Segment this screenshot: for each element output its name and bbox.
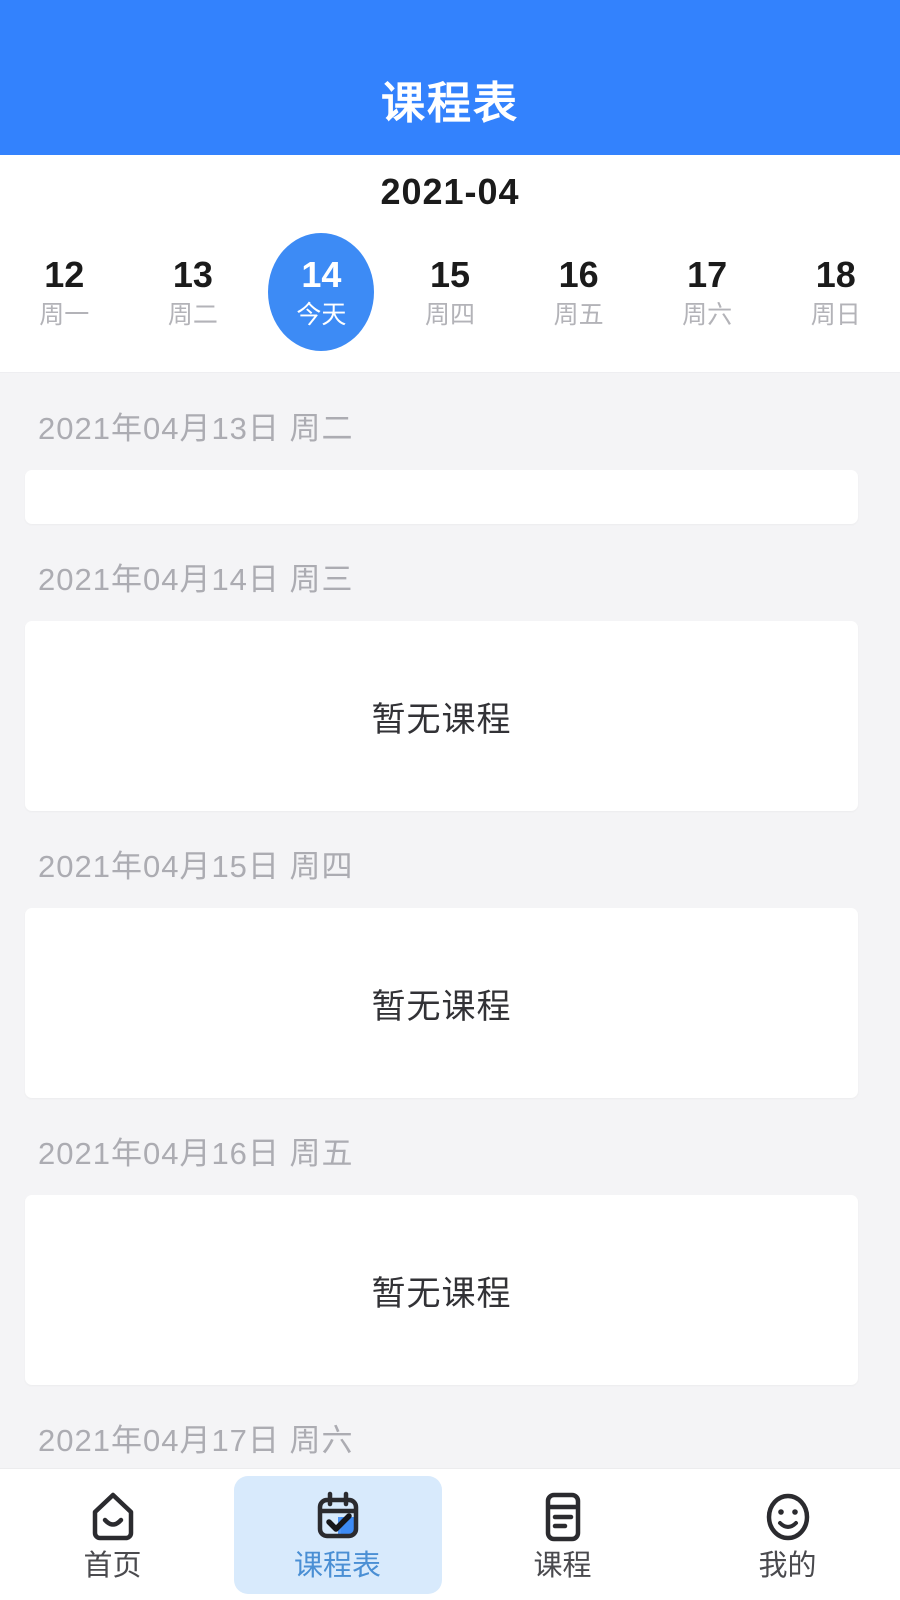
day-cell-14-selected[interactable]: 14 今天 xyxy=(257,227,386,361)
date-strip: 2021-04 12 周一 13 周二 14 今天 15 周四 16 周五 17… xyxy=(0,155,900,373)
day-weekday: 周一 xyxy=(39,301,90,330)
tab-profile[interactable]: 我的 xyxy=(675,1469,900,1600)
group-date-label: 2021年04月14日 周三 xyxy=(38,562,354,597)
group-date-label: 2021年04月17日 周六 xyxy=(38,1423,354,1458)
day-number: 13 xyxy=(172,254,213,296)
day-group: 2021年04月15日 周四 暂无课程 xyxy=(0,811,900,1098)
day-number: 15 xyxy=(429,254,471,296)
home-icon xyxy=(87,1488,139,1546)
day-number: 18 xyxy=(815,254,856,296)
day-weekday: 周六 xyxy=(682,301,733,330)
page-title: 课程表 xyxy=(381,79,519,128)
calendar-check-icon xyxy=(311,1488,365,1546)
day-group: 2021年04月13日 周二 xyxy=(0,373,900,524)
book-icon xyxy=(538,1488,588,1546)
schedule-list[interactable]: 2021年04月13日 周二 2021年04月14日 周三 暂无课程 2021年… xyxy=(0,373,900,1468)
tab-label: 课程表 xyxy=(293,1550,381,1582)
tab-schedule[interactable]: 课程表 xyxy=(225,1469,450,1600)
day-weekday: 周日 xyxy=(810,301,861,330)
group-date-label: 2021年04月15日 周四 xyxy=(38,849,354,884)
smiley-face-icon xyxy=(761,1488,815,1546)
app-header: 课程表 xyxy=(0,0,900,155)
day-cell-18[interactable]: 18 周日 xyxy=(771,227,900,361)
group-date-label: 2021年04月13日 周二 xyxy=(38,411,354,446)
course-card[interactable] xyxy=(25,470,858,524)
day-cell-17[interactable]: 17 周六 xyxy=(643,227,772,361)
day-group: 2021年04月14日 周三 暂无课程 xyxy=(0,524,900,811)
group-date-label: 2021年04月16日 周五 xyxy=(38,1136,354,1171)
tab-label: 首页 xyxy=(83,1550,142,1582)
day-selector-row: 12 周一 13 周二 14 今天 15 周四 16 周五 17 周六 18 周… xyxy=(0,227,900,361)
day-number: 14 xyxy=(301,254,342,296)
empty-course-text: 暂无课程 xyxy=(371,1274,512,1313)
day-number: 12 xyxy=(44,254,85,296)
day-number: 16 xyxy=(558,254,599,296)
bottom-tab-bar: 首页 课程表 课程 我的 xyxy=(0,1468,900,1600)
day-cell-13[interactable]: 13 周二 xyxy=(129,227,258,361)
day-cell-16[interactable]: 16 周五 xyxy=(514,227,643,361)
tab-label: 课程 xyxy=(533,1550,592,1582)
tab-courses[interactable]: 课程 xyxy=(450,1469,675,1600)
day-group: 2021年04月17日 周六 暂无课程 xyxy=(0,1385,900,1468)
day-cell-12[interactable]: 12 周一 xyxy=(0,227,129,361)
tab-home[interactable]: 首页 xyxy=(0,1469,225,1600)
day-cell-15[interactable]: 15 周四 xyxy=(386,227,515,361)
month-label: 2021-04 xyxy=(380,171,520,212)
empty-course-text: 暂无课程 xyxy=(371,700,512,739)
day-weekday: 今天 xyxy=(296,301,347,330)
schedule-app-screen: 课程表 2021-04 12 周一 13 周二 14 今天 15 周四 16 周… xyxy=(0,0,900,1600)
day-group: 2021年04月16日 周五 暂无课程 xyxy=(0,1098,900,1385)
course-card[interactable]: 暂无课程 xyxy=(25,908,858,1098)
course-card[interactable]: 暂无课程 xyxy=(25,621,858,811)
course-card[interactable]: 暂无课程 xyxy=(25,1195,858,1385)
day-weekday: 周四 xyxy=(425,301,476,330)
empty-course-text: 暂无课程 xyxy=(371,987,512,1026)
day-weekday: 周五 xyxy=(553,301,604,330)
day-number: 17 xyxy=(687,254,728,296)
tab-label: 我的 xyxy=(758,1550,817,1582)
day-weekday: 周二 xyxy=(167,301,218,330)
